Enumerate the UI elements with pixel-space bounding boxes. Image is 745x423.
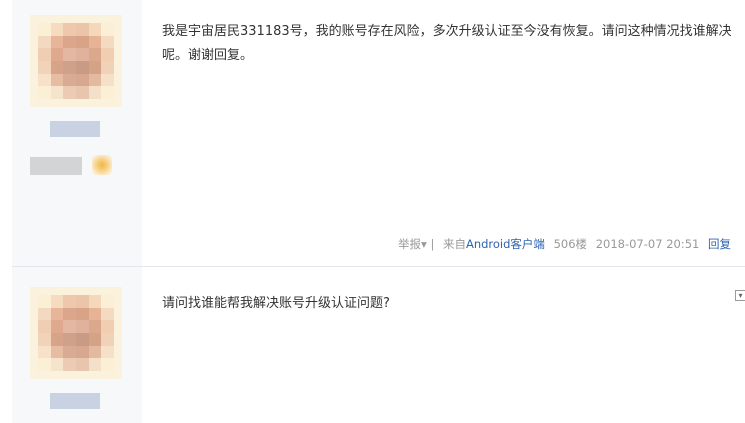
user-level [30,157,82,175]
avatar-image [38,295,114,371]
post-menu-dropdown-icon[interactable]: ▾ [735,290,745,301]
source-app-link[interactable]: Android客户端 [466,237,545,251]
reply-link[interactable]: 回复 [708,237,731,251]
post-divider [12,266,745,267]
avatar-image [38,23,114,99]
post-source: 来自Android客户端 [442,237,545,251]
floor-number: 506楼 [553,237,588,251]
avatar[interactable] [30,287,122,379]
post-content: 我是宇宙居民331183号，我的账号存在风险，多次升级认证至今没有恢复。请问这种… [162,24,732,63]
report-dropdown-icon[interactable]: ▾ [421,237,427,251]
author-name[interactable] [50,393,100,409]
post-datetime: 2018-07-07 20:51 [595,237,700,251]
member-badge-icon [92,155,112,175]
post-footer: 举报▾ | 来自Android客户端 506楼 2018-07-07 20:51… [398,236,731,252]
author-name[interactable] [50,121,100,137]
avatar[interactable] [30,15,122,107]
post-content: 请问找谁能帮我解决账号升级认证问题? [162,296,390,311]
report-link[interactable]: 举报▾ [398,237,427,251]
footer-separator: | [430,237,435,251]
